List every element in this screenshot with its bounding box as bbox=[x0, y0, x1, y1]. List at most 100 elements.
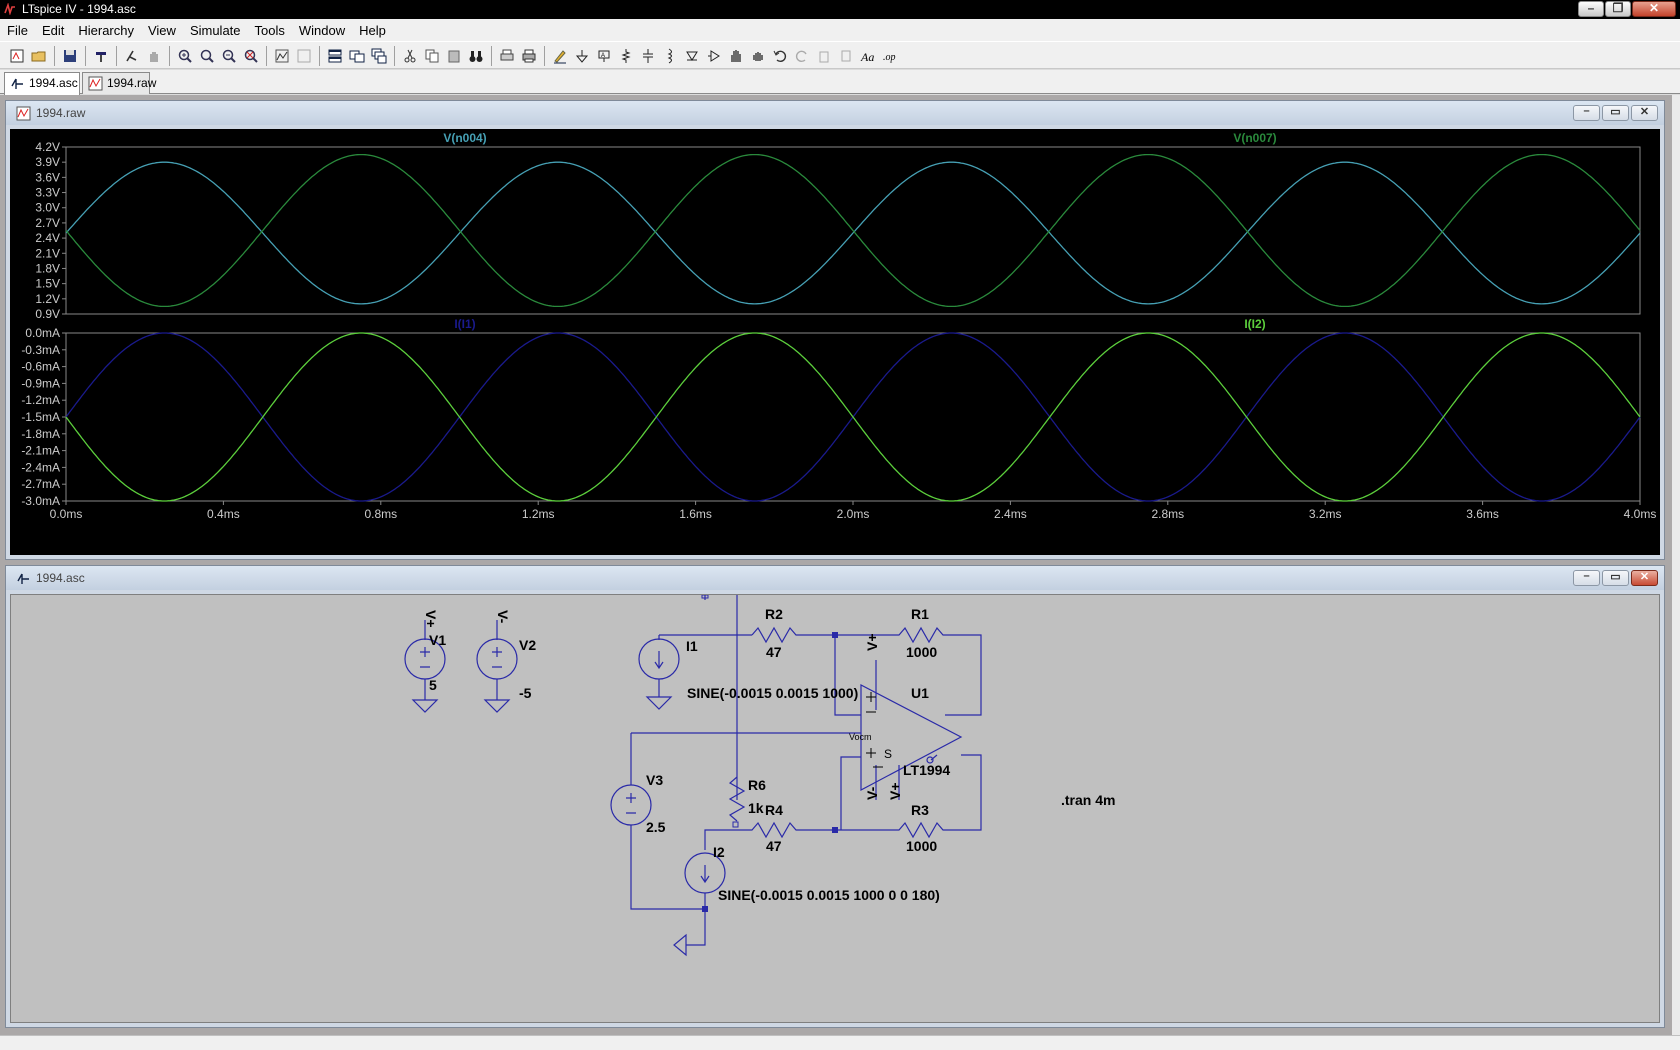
control-panel-button[interactable] bbox=[90, 45, 112, 67]
zoom-out-button[interactable] bbox=[218, 45, 240, 67]
cut-button[interactable] bbox=[399, 45, 421, 67]
menu-view[interactable]: View bbox=[148, 23, 176, 38]
autorange-icon bbox=[275, 49, 289, 63]
resistor-button[interactable] bbox=[615, 45, 637, 67]
pan-button[interactable] bbox=[196, 45, 218, 67]
close-button[interactable]: ✕ bbox=[1632, 1, 1676, 17]
y-tick-label: 3.3V bbox=[35, 186, 60, 200]
v3-ref-label: V3 bbox=[646, 772, 663, 788]
v3-voltage-source[interactable] bbox=[610, 784, 705, 910]
open-button[interactable] bbox=[28, 45, 50, 67]
find-button[interactable] bbox=[465, 45, 487, 67]
schematic-close-button[interactable]: ✕ bbox=[1631, 570, 1658, 586]
zoom-fit-button[interactable] bbox=[240, 45, 262, 67]
menu-window[interactable]: Window bbox=[299, 23, 345, 38]
i1-current-source[interactable] bbox=[638, 635, 680, 710]
rotate-button[interactable] bbox=[813, 45, 835, 67]
r2-value-label: 47 bbox=[766, 644, 782, 660]
waveform-window-titlebar[interactable]: 1994.raw – ▭ ✕ bbox=[6, 101, 1664, 125]
schematic-maximize-button[interactable]: ▭ bbox=[1602, 570, 1629, 586]
v2-voltage-source[interactable] bbox=[476, 620, 518, 713]
draw-wire-button[interactable] bbox=[549, 45, 571, 67]
schematic-window-titlebar[interactable]: 1994.asc – ▭ ✕ bbox=[6, 566, 1664, 590]
schematic-minimize-button[interactable]: – bbox=[1573, 570, 1600, 586]
waveform-doc-icon bbox=[16, 106, 31, 121]
tab-schematic[interactable]: 1994.asc bbox=[4, 72, 80, 95]
paste-button[interactable] bbox=[443, 45, 465, 67]
u1-lt1994-opamp[interactable] bbox=[860, 660, 963, 800]
trace-vn007 bbox=[65, 153, 1641, 308]
text-button[interactable]: Aa bbox=[857, 45, 879, 67]
halt-button[interactable] bbox=[143, 45, 165, 67]
schematic-drawing[interactable]: V1 5 V2 -5 I1 SINE(-0.0015 0.0015 1000) … bbox=[11, 594, 1659, 1020]
waveform-plots[interactable]: 4.2V3.9V3.6V 3.3V3.0V2.7V2.4V2.1V1.8V 1.5V… bbox=[10, 129, 1660, 555]
zoom-out-icon bbox=[222, 49, 236, 63]
tile-vertical-button[interactable] bbox=[346, 45, 368, 67]
i2-current-source[interactable] bbox=[673, 852, 726, 957]
x-tick-label: 2.0ms bbox=[837, 507, 870, 521]
menu-file[interactable]: File bbox=[7, 23, 28, 38]
restore-button[interactable]: ❐ bbox=[1605, 1, 1631, 17]
capacitor-button[interactable] bbox=[637, 45, 659, 67]
tab-label: 1994.raw bbox=[107, 76, 157, 90]
spice-directive-button[interactable]: .op bbox=[879, 45, 901, 67]
waveform-plot-area[interactable]: 4.2V 3.9V 3.6V 3.3V 3.0V 2.7V 2.4V 2.1V 1.8V 1.5V… bbox=[10, 129, 1660, 555]
ground-button[interactable] bbox=[571, 45, 593, 67]
print-setup-button[interactable] bbox=[496, 45, 518, 67]
mdi-vertical-scrollbar[interactable] bbox=[1672, 95, 1680, 1035]
copy-button[interactable] bbox=[421, 45, 443, 67]
r1-value-label: 1000 bbox=[906, 644, 937, 660]
grid-button[interactable] bbox=[293, 45, 315, 67]
y-tick-label: 4.2V bbox=[35, 140, 60, 154]
i1-value-label: SINE(-0.0015 0.0015 1000) bbox=[687, 685, 858, 701]
run-button[interactable] bbox=[121, 45, 143, 67]
waveform-maximize-button[interactable]: ▭ bbox=[1602, 105, 1629, 121]
tile-horizontal-button[interactable] bbox=[324, 45, 346, 67]
close-icon: ✕ bbox=[1639, 106, 1650, 118]
zoom-area-button[interactable] bbox=[174, 45, 196, 67]
x-tick-label: 0.8ms bbox=[364, 507, 397, 521]
y-tick-label: 1.8V bbox=[35, 261, 60, 275]
waveform-close-button[interactable]: ✕ bbox=[1631, 105, 1658, 121]
menu-help[interactable]: Help bbox=[359, 23, 386, 38]
toolbar-separator bbox=[54, 46, 55, 66]
menu-edit[interactable]: Edit bbox=[42, 23, 64, 38]
menu-simulate[interactable]: Simulate bbox=[190, 23, 241, 38]
waveform-minimize-button[interactable]: – bbox=[1573, 105, 1600, 121]
trace-ii2 bbox=[65, 332, 1641, 502]
x-tick-label: 1.6ms bbox=[679, 507, 712, 521]
minimize-button[interactable]: – bbox=[1578, 1, 1604, 17]
autorange-button[interactable] bbox=[271, 45, 293, 67]
print-button[interactable] bbox=[518, 45, 540, 67]
menu-tools[interactable]: Tools bbox=[255, 23, 285, 38]
save-button[interactable] bbox=[59, 45, 81, 67]
wire[interactable] bbox=[840, 756, 861, 830]
r2-resistor[interactable] bbox=[751, 626, 835, 644]
x-tick-label: 2.4ms bbox=[994, 507, 1027, 521]
component-button[interactable] bbox=[703, 45, 725, 67]
inductor-button[interactable] bbox=[659, 45, 681, 67]
tile-vertical-icon bbox=[349, 50, 365, 63]
label-net-button[interactable]: A bbox=[593, 45, 615, 67]
mirror-button[interactable] bbox=[835, 45, 857, 67]
zoom-icon bbox=[200, 49, 214, 63]
diode-icon bbox=[686, 51, 698, 61]
cascade-button[interactable] bbox=[368, 45, 390, 67]
menu-hierarchy[interactable]: Hierarchy bbox=[78, 23, 134, 38]
redo-button[interactable] bbox=[791, 45, 813, 67]
r1-resistor[interactable] bbox=[835, 626, 982, 716]
new-schematic-button[interactable] bbox=[6, 45, 28, 67]
wire[interactable] bbox=[834, 635, 861, 716]
tran-directive[interactable]: .tran 4m bbox=[1061, 792, 1115, 808]
svg-text:.op: .op bbox=[883, 52, 896, 63]
tab-waveform[interactable]: 1994.raw bbox=[82, 72, 156, 94]
diode-button[interactable] bbox=[681, 45, 703, 67]
label-net-icon: A bbox=[598, 50, 610, 62]
y-tick-label: 2.4V bbox=[35, 231, 60, 245]
drag-button[interactable] bbox=[747, 45, 769, 67]
move-button[interactable] bbox=[725, 45, 747, 67]
trace-label: V(n007) bbox=[1233, 131, 1276, 145]
undo-button[interactable] bbox=[769, 45, 791, 67]
opamp-plus-top bbox=[866, 692, 876, 702]
schematic-canvas[interactable]: V1 5 V2 -5 I1 SINE(-0.0015 0.0015 1000) … bbox=[10, 594, 1660, 1023]
